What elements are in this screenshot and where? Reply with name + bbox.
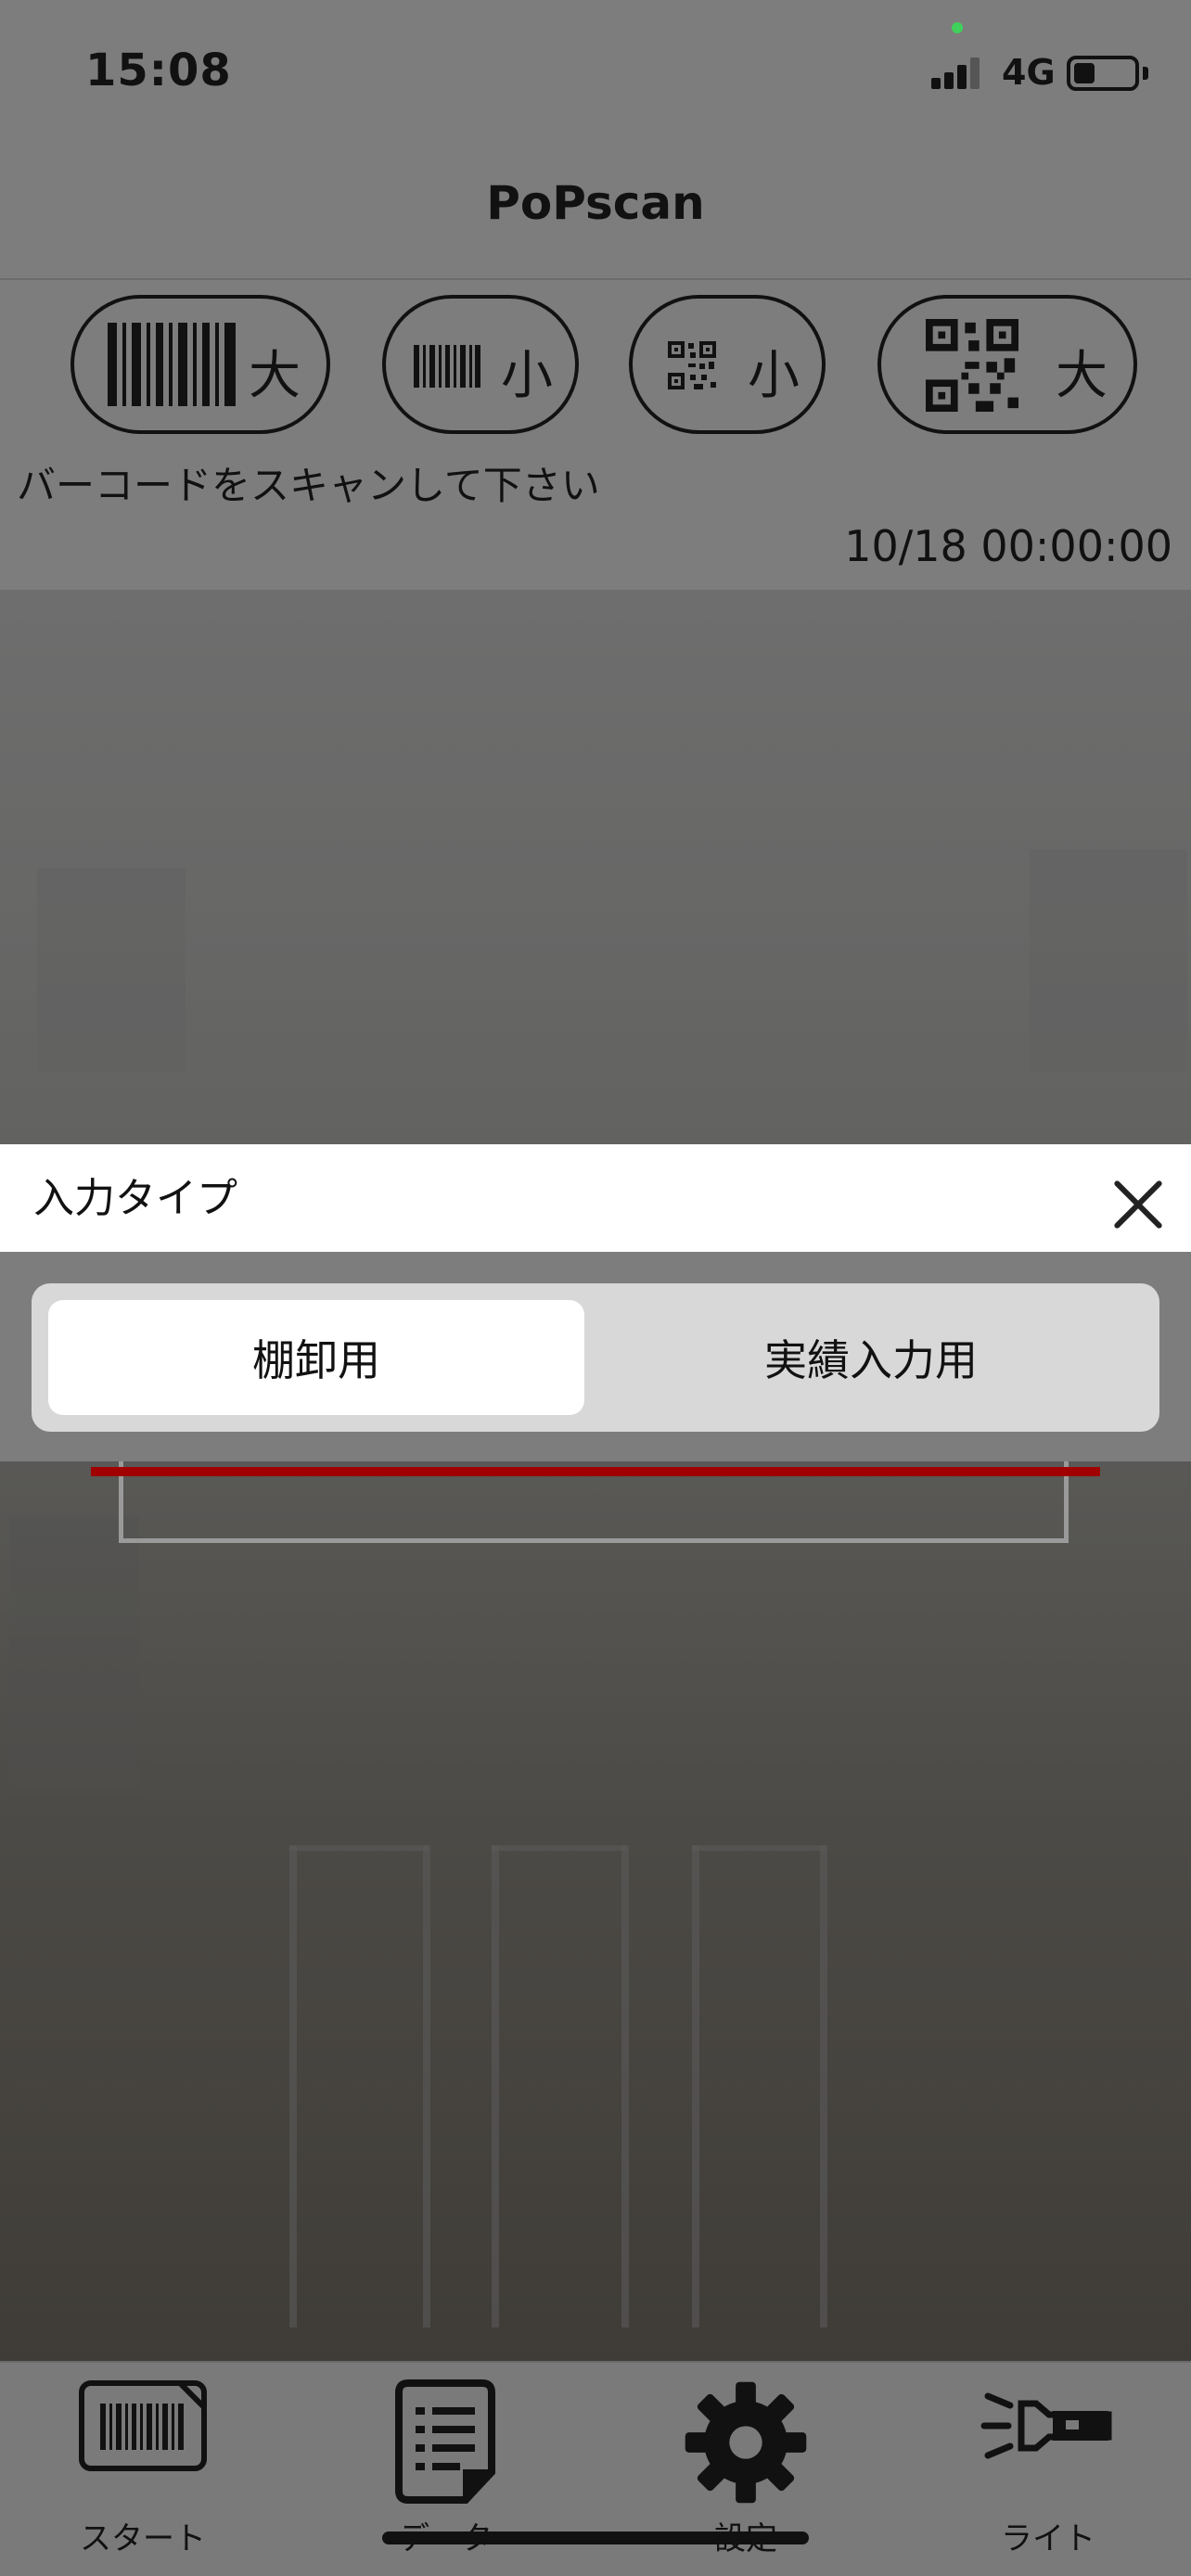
tab-label: スタート <box>80 2520 206 2557</box>
mode-size-label: 大 <box>1056 346 1108 406</box>
input-type-option-inventory[interactable]: 棚卸用 <box>48 1300 584 1415</box>
input-type-option-results[interactable]: 実績入力用 <box>597 1300 1145 1415</box>
barcode-large-button[interactable]: 大 <box>70 295 330 434</box>
qr-code-icon <box>926 319 1018 412</box>
shelf-line <box>692 1845 826 1851</box>
camera-blur-shape <box>1030 849 1187 1072</box>
input-type-sheet-body: 棚卸用 実績入力用 <box>0 1252 1191 1461</box>
shelf-line <box>492 1845 627 1851</box>
status-time: 15:08 <box>85 45 232 96</box>
barcode-icon <box>414 345 480 388</box>
qr-code-icon <box>668 341 716 389</box>
battery-icon <box>1067 56 1139 91</box>
shelf-line <box>621 1845 629 2327</box>
scan-line <box>91 1467 1100 1476</box>
network-type: 4G <box>1002 52 1056 93</box>
page-title: PoPscan <box>486 176 705 230</box>
flashlight-icon <box>980 2392 1112 2459</box>
qr-small-button[interactable]: 小 <box>629 295 826 434</box>
shelf-line <box>289 1845 297 2327</box>
qr-large-button[interactable]: 大 <box>877 295 1137 434</box>
shelf-line <box>820 1845 827 2327</box>
document-list-icon <box>395 2379 495 2504</box>
shelf-line <box>492 1845 499 2327</box>
mode-size-label: 小 <box>501 346 553 406</box>
tab-start[interactable]: スタート <box>32 2363 254 2576</box>
input-type-segmented-control: 棚卸用 実績入力用 <box>32 1283 1159 1432</box>
barcode-small-button[interactable]: 小 <box>382 295 579 434</box>
battery-tip <box>1143 67 1148 80</box>
shelf-line <box>423 1845 430 2327</box>
camera-in-use-indicator <box>952 22 963 33</box>
shelf-line <box>289 1845 429 1851</box>
status-bar: 15:08 4G <box>0 0 1191 139</box>
mode-size-label: 小 <box>748 346 800 406</box>
camera-blur-shape <box>9 1517 139 1795</box>
scan-datetime: 10/18 00:00:00 <box>844 521 1172 571</box>
tab-label: ライト <box>1001 2520 1095 2557</box>
input-type-title: 入力タイプ <box>33 1175 237 1222</box>
close-icon[interactable] <box>1106 1172 1171 1237</box>
app-screen: 15:08 4G PoPscan 大 小 小 大 バーコードをスキャンして下さい… <box>0 0 1191 2576</box>
barcode-icon <box>108 323 236 406</box>
scan-instruction: バーコードをスキャンして下さい <box>17 463 600 508</box>
shelf-line <box>692 1845 699 2327</box>
input-type-sheet-header: 入力タイプ <box>0 1144 1191 1252</box>
nav-divider <box>0 278 1191 280</box>
camera-blur-shape <box>37 868 186 1072</box>
tab-light[interactable]: ライト <box>937 2363 1159 2576</box>
barcode-icon <box>79 2380 207 2471</box>
mode-size-label: 大 <box>249 346 301 406</box>
cellular-signal-icon <box>931 52 987 89</box>
gear-icon <box>685 2381 807 2504</box>
home-indicator[interactable] <box>382 2531 809 2544</box>
